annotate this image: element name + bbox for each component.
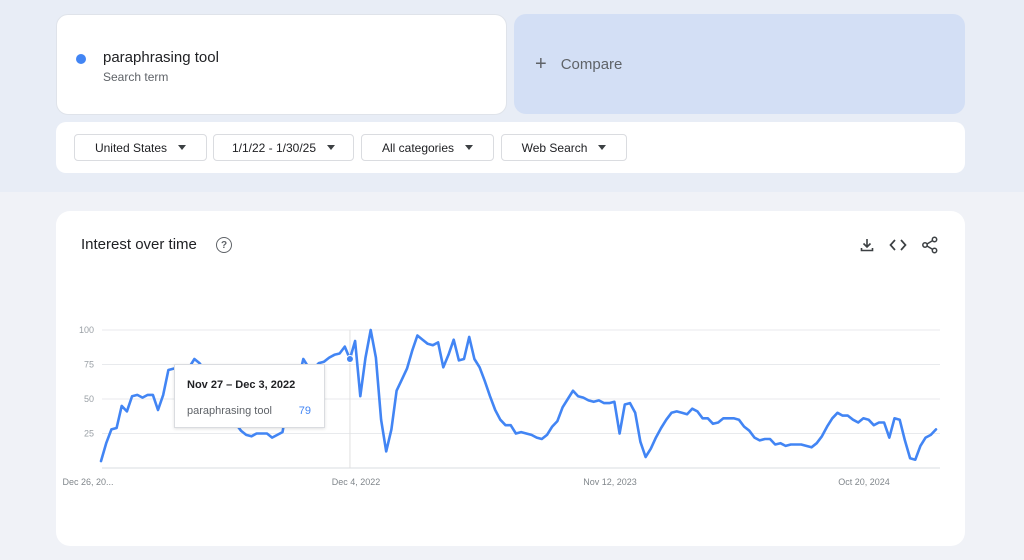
filter-bar: United States 1/1/22 - 1/30/25 All categ… bbox=[56, 122, 965, 173]
y-tick-label: 75 bbox=[84, 360, 94, 370]
y-tick-label: 50 bbox=[84, 394, 94, 404]
x-tick-label: Nov 12, 2023 bbox=[583, 477, 637, 487]
search-term-card[interactable]: paraphrasing tool Search term bbox=[56, 14, 507, 115]
category-value: All categories bbox=[381, 140, 455, 155]
tooltip-value: 79 bbox=[298, 405, 311, 417]
x-tick-label: Oct 20, 2024 bbox=[838, 477, 890, 487]
date-range-dropdown[interactable]: 1/1/22 - 1/30/25 bbox=[213, 134, 354, 161]
tooltip-term: paraphrasing tool bbox=[187, 405, 273, 417]
hover-point bbox=[345, 354, 354, 363]
search-term-name[interactable]: paraphrasing tool bbox=[103, 49, 219, 66]
x-tick-label: Dec 4, 2022 bbox=[332, 477, 381, 487]
search-type-dropdown[interactable]: Web Search bbox=[501, 134, 627, 161]
chart-tooltip: Nov 27 – Dec 3, 2022 paraphrasing tool 7… bbox=[174, 364, 325, 428]
tooltip-date: Nov 27 – Dec 3, 2022 bbox=[187, 379, 296, 391]
search-type-value: Web Search bbox=[521, 140, 588, 155]
caret-down-icon bbox=[178, 145, 187, 150]
search-term-sublabel: Search term bbox=[103, 70, 169, 84]
x-tick-label: Dec 26, 20... bbox=[62, 477, 113, 487]
category-dropdown[interactable]: All categories bbox=[361, 134, 494, 161]
compare-button[interactable]: + Compare bbox=[514, 14, 965, 114]
interest-over-time-panel: Interest over time ? 25 50 75 100 Dec 26, 20… bbox=[56, 211, 965, 546]
y-tick-label: 25 bbox=[84, 429, 94, 439]
caret-down-icon bbox=[598, 145, 607, 150]
caret-down-icon bbox=[327, 145, 336, 150]
series-color-dot bbox=[76, 54, 86, 64]
compare-label: Compare bbox=[560, 55, 623, 73]
caret-down-icon bbox=[465, 145, 474, 150]
region-dropdown[interactable]: United States bbox=[74, 134, 207, 161]
date-range-value: 1/1/22 - 1/30/25 bbox=[231, 140, 317, 155]
plus-icon: + bbox=[535, 53, 547, 75]
region-value: United States bbox=[94, 140, 168, 155]
y-tick-label: 100 bbox=[79, 325, 94, 335]
